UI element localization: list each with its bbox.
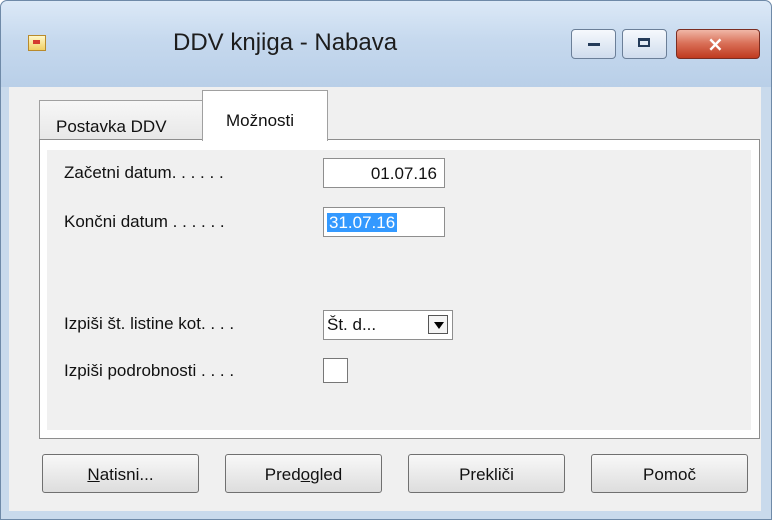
application-icon xyxy=(28,35,46,51)
chevron-down-icon[interactable] xyxy=(428,315,448,334)
preview-label-before: Pred xyxy=(264,465,301,484)
maximize-button[interactable] xyxy=(622,29,667,59)
start-date-label: Začetni datum. . . . . . xyxy=(64,163,224,182)
preview-label-after: gled xyxy=(310,465,343,484)
print-button[interactable]: Natisni... xyxy=(42,454,199,493)
maximize-icon xyxy=(638,38,650,47)
document-number-dropdown[interactable]: Št. d... xyxy=(323,310,453,340)
cancel-button[interactable]: Prekliči xyxy=(408,454,565,493)
options-form: Začetni datum. . . . . . 01.07.16 Končni… xyxy=(47,150,751,430)
print-mnemonic: N xyxy=(87,465,100,484)
close-button[interactable]: × xyxy=(676,29,760,59)
window-title: DDV knjiga - Nabava xyxy=(173,29,398,56)
close-icon: × xyxy=(707,32,724,56)
document-number-label: Izpiši št. listine kot. . . . xyxy=(64,314,235,333)
dialog-content: Postavka DDV Možnosti Začetni datum. . .… xyxy=(9,87,761,511)
minimize-button[interactable] xyxy=(571,29,616,59)
end-date-selected-text: 31.07.16 xyxy=(327,213,398,232)
print-label: atisni... xyxy=(99,465,154,484)
details-checkbox[interactable] xyxy=(323,358,348,383)
title-bar[interactable]: DDV knjiga - Nabava × xyxy=(1,1,771,87)
minimize-icon xyxy=(588,43,600,46)
options-panel: Začetni datum. . . . . . 01.07.16 Končni… xyxy=(39,139,760,439)
tab-postavka-ddv[interactable]: Postavka DDV xyxy=(39,100,203,140)
document-number-selected-value: Št. d... xyxy=(327,315,377,334)
details-label: Izpiši podrobnosti . . . . xyxy=(64,361,235,380)
preview-mnemonic: o xyxy=(300,465,311,484)
end-date-label: Končni datum . . . . . . xyxy=(64,212,225,231)
tab-moznosti[interactable]: Možnosti xyxy=(202,90,328,141)
start-date-field[interactable]: 01.07.16 xyxy=(323,158,445,188)
preview-button[interactable]: Predogled xyxy=(225,454,382,493)
end-date-field[interactable]: 31.07.16 xyxy=(323,207,445,237)
ddv-book-window: DDV knjiga - Nabava × Postavka DDV Možno… xyxy=(0,0,772,520)
help-button[interactable]: Pomoč xyxy=(591,454,748,493)
